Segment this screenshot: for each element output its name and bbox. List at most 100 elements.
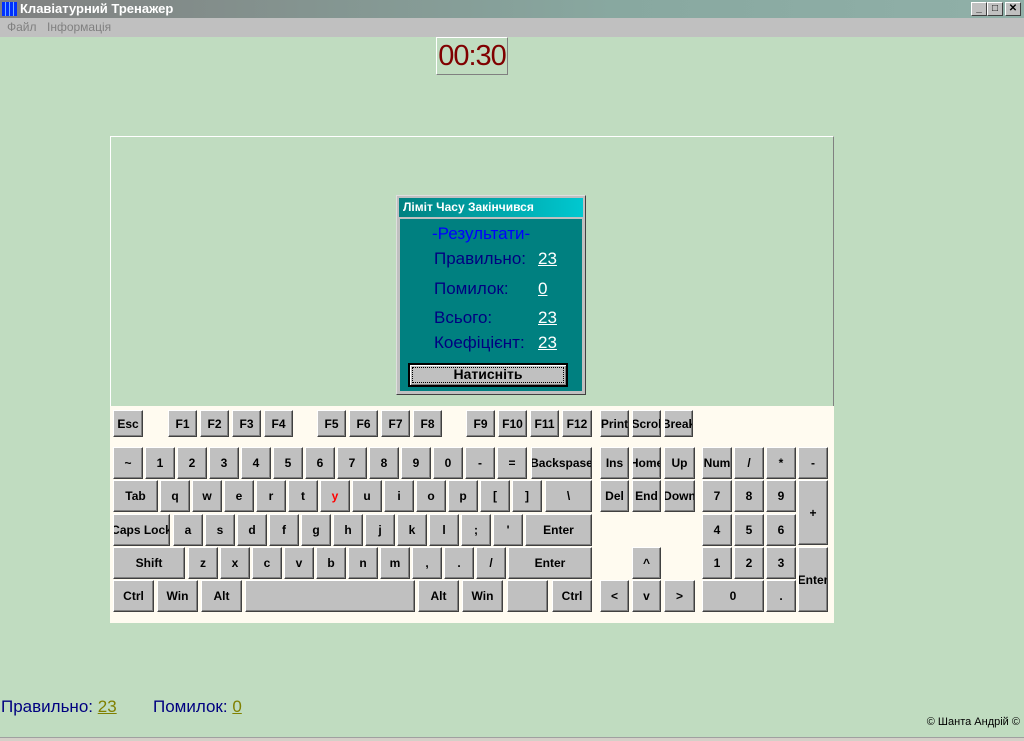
key-f4[interactable]: F4	[264, 410, 293, 437]
key-sym28[interactable]: =	[497, 447, 527, 479]
key-o[interactable]: o	[416, 480, 446, 512]
key-sym66[interactable]: .	[444, 547, 474, 579]
key-3[interactable]: 3	[209, 447, 239, 479]
key-ctrl[interactable]: Ctrl	[113, 580, 154, 612]
key-p[interactable]: p	[448, 480, 478, 512]
key-alt[interactable]: Alt	[201, 580, 242, 612]
key-f10[interactable]: F10	[498, 410, 527, 437]
key-f2[interactable]: F2	[200, 410, 229, 437]
key-num[interactable]: Num	[702, 447, 732, 479]
key-break[interactable]: Break	[664, 410, 693, 437]
close-button[interactable]: ✕	[1005, 2, 1021, 16]
key-2[interactable]: 2	[734, 547, 764, 579]
key-v[interactable]: v	[284, 547, 314, 579]
key-win[interactable]: Win	[462, 580, 503, 612]
key-sym67[interactable]: /	[476, 547, 506, 579]
key-f[interactable]: f	[269, 514, 299, 546]
key-a[interactable]: a	[173, 514, 203, 546]
key-down[interactable]: Down	[664, 480, 695, 512]
key-sym84[interactable]: <	[600, 580, 629, 612]
key-8[interactable]: 8	[369, 447, 399, 479]
key-end[interactable]: End	[632, 480, 661, 512]
key-5[interactable]: 5	[734, 514, 764, 546]
key-sym83[interactable]: ^	[632, 547, 661, 579]
key-l[interactable]: l	[429, 514, 459, 546]
key-print[interactable]: Print	[600, 410, 629, 437]
key-4[interactable]: 4	[702, 514, 732, 546]
key-f9[interactable]: F9	[466, 410, 495, 437]
key-8[interactable]: 8	[734, 480, 764, 512]
key-6[interactable]: 6	[305, 447, 335, 479]
key-sym103[interactable]: .	[766, 580, 796, 612]
key-shift[interactable]: Shift	[113, 547, 185, 579]
key-esc[interactable]: Esc	[113, 410, 143, 437]
key-f3[interactable]: F3	[232, 410, 261, 437]
key-ctrl[interactable]: Ctrl	[552, 580, 592, 612]
key-del[interactable]: Del	[600, 480, 629, 512]
key-j[interactable]: j	[365, 514, 395, 546]
key-2[interactable]: 2	[177, 447, 207, 479]
key-f8[interactable]: F8	[413, 410, 442, 437]
key-m[interactable]: m	[380, 547, 410, 579]
menu-file[interactable]: Файл	[7, 18, 37, 37]
key-sym65[interactable]: ,	[412, 547, 442, 579]
key-backspase[interactable]: Backspase	[531, 447, 592, 479]
key-d[interactable]: d	[237, 514, 267, 546]
key-alt[interactable]: Alt	[418, 580, 459, 612]
key-i[interactable]: i	[384, 480, 414, 512]
maximize-button[interactable]: □	[987, 2, 1003, 16]
key-s[interactable]: s	[205, 514, 235, 546]
key-blank72[interactable]	[245, 580, 415, 612]
key-enter[interactable]: Enter	[798, 547, 828, 612]
key-e[interactable]: e	[224, 480, 254, 512]
key-win[interactable]: Win	[157, 580, 198, 612]
key-enter[interactable]: Enter	[508, 547, 592, 579]
key-f6[interactable]: F6	[349, 410, 378, 437]
key-7[interactable]: 7	[702, 480, 732, 512]
key-w[interactable]: w	[192, 480, 222, 512]
key-sym89[interactable]: *	[766, 447, 796, 479]
key-sym43[interactable]: \	[545, 480, 592, 512]
key-4[interactable]: 4	[241, 447, 271, 479]
key-sym54[interactable]: ;	[461, 514, 491, 546]
key-h[interactable]: h	[333, 514, 363, 546]
key-5[interactable]: 5	[273, 447, 303, 479]
key-3[interactable]: 3	[766, 547, 796, 579]
key-b[interactable]: b	[316, 547, 346, 579]
key-9[interactable]: 9	[401, 447, 431, 479]
key-u[interactable]: u	[352, 480, 382, 512]
key-home[interactable]: Home	[632, 447, 661, 479]
key-sym86[interactable]: >	[664, 580, 695, 612]
key-t[interactable]: t	[288, 480, 318, 512]
key-sym27[interactable]: -	[465, 447, 495, 479]
key-6[interactable]: 6	[766, 514, 796, 546]
minimize-button[interactable]: _	[971, 2, 987, 16]
key-capslock[interactable]: Caps Lock	[113, 514, 170, 546]
key-sym16[interactable]: ~	[113, 447, 143, 479]
key-f1[interactable]: F1	[168, 410, 197, 437]
ok-button[interactable]: Натисніть	[408, 363, 568, 387]
key-9[interactable]: 9	[766, 480, 796, 512]
key-blank75[interactable]	[507, 580, 548, 612]
key-enter[interactable]: Enter	[525, 514, 592, 546]
key-r[interactable]: r	[256, 480, 286, 512]
key-n[interactable]: n	[348, 547, 378, 579]
key-sym94[interactable]: +	[798, 480, 828, 545]
key-sym88[interactable]: /	[734, 447, 764, 479]
key-v[interactable]: v	[632, 580, 661, 612]
key-f11[interactable]: F11	[530, 410, 559, 437]
key-g[interactable]: g	[301, 514, 331, 546]
key-c[interactable]: c	[252, 547, 282, 579]
key-f12[interactable]: F12	[562, 410, 592, 437]
menu-info[interactable]: Інформація	[47, 18, 111, 37]
key-ins[interactable]: Ins	[600, 447, 629, 479]
key-up[interactable]: Up	[664, 447, 695, 479]
key-sym90[interactable]: -	[798, 447, 828, 479]
key-z[interactable]: z	[188, 547, 218, 579]
key-k[interactable]: k	[397, 514, 427, 546]
key-f7[interactable]: F7	[381, 410, 410, 437]
key-scrol[interactable]: Scrol	[632, 410, 661, 437]
key-f5[interactable]: F5	[317, 410, 346, 437]
key-x[interactable]: x	[220, 547, 250, 579]
key-sym55[interactable]: '	[493, 514, 523, 546]
